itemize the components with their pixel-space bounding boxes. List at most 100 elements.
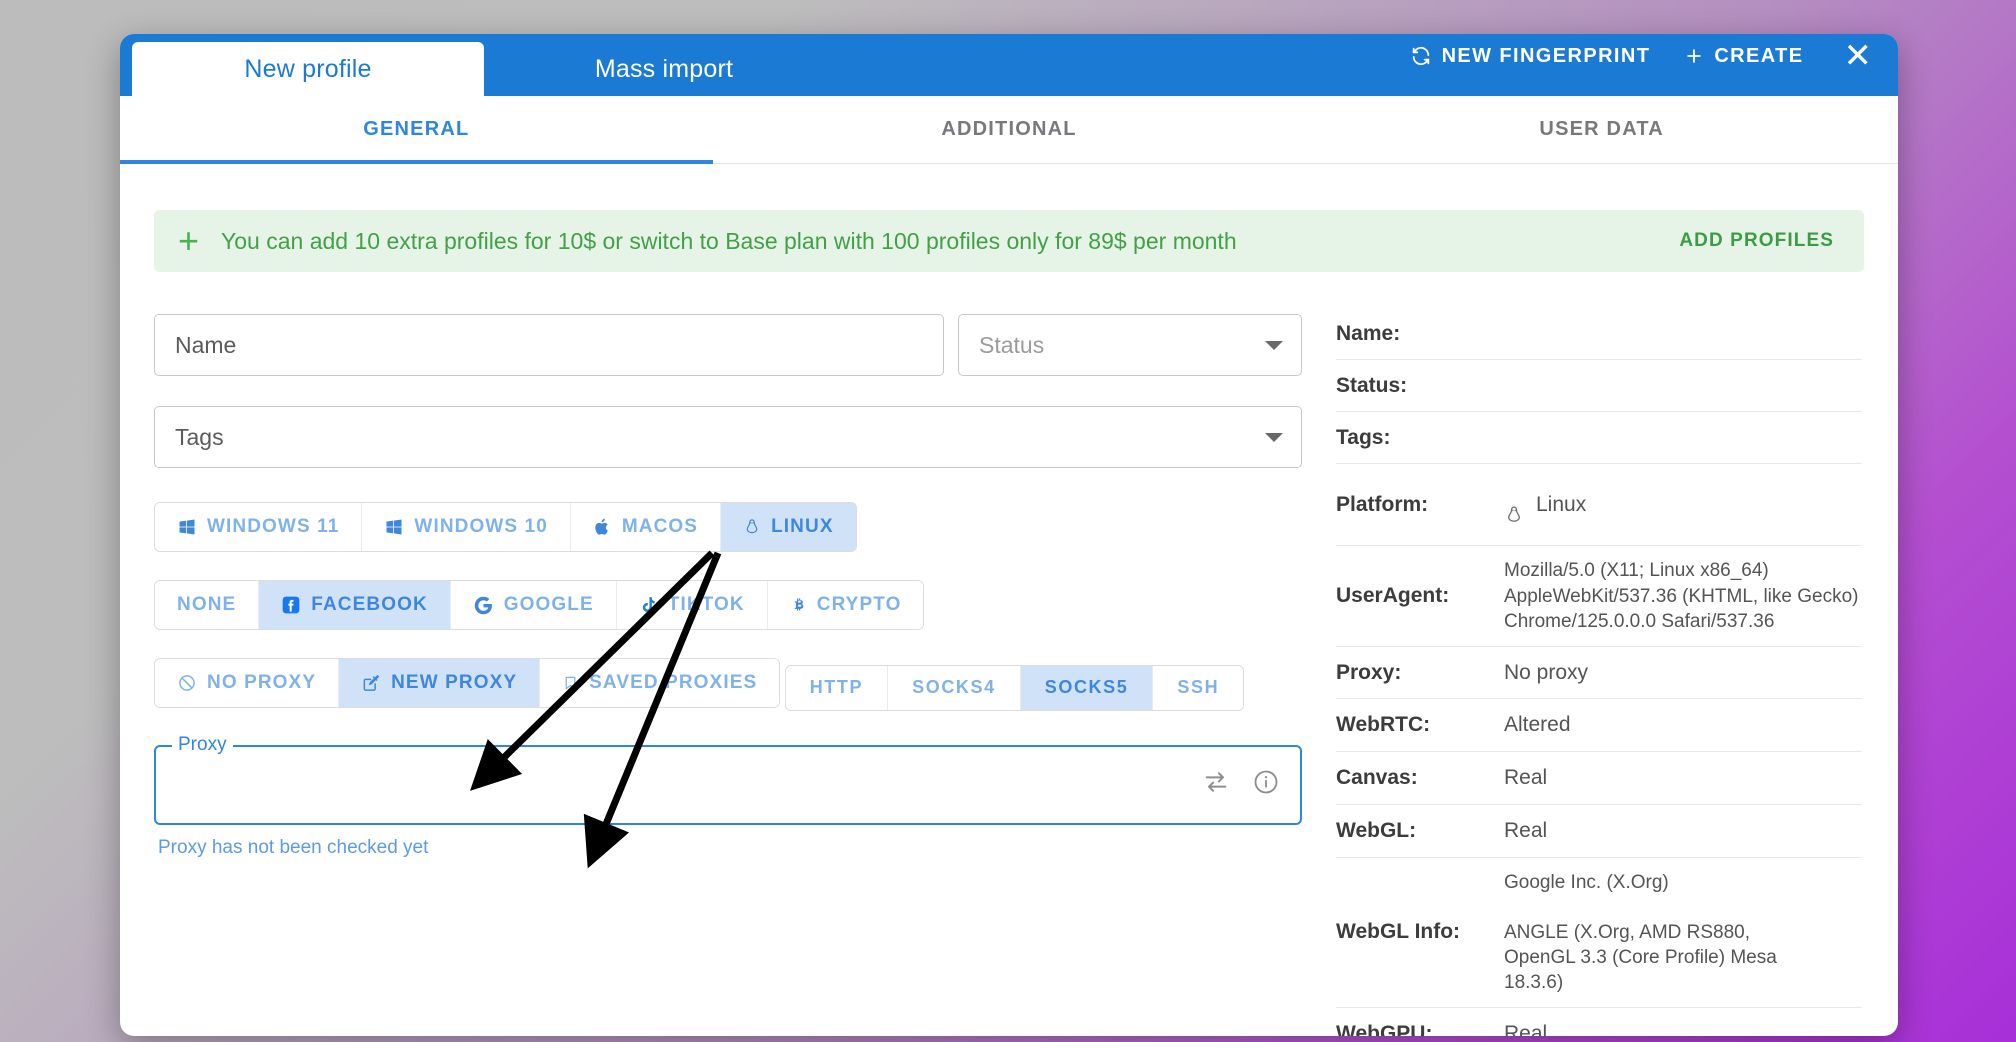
info-value: Real	[1504, 766, 1548, 790]
tab-general[interactable]: GENERAL	[120, 96, 713, 164]
bitcoin-icon	[790, 595, 807, 616]
proxy-input-icons	[1202, 768, 1280, 801]
close-icon[interactable]: ✕	[1844, 39, 1873, 73]
info-circle-icon[interactable]	[1252, 768, 1280, 801]
proxy-mode-saved-proxies[interactable]: SAVED PROXIES	[540, 659, 780, 707]
tab-new-profile[interactable]: New profile	[132, 42, 484, 96]
os-button-windows-10[interactable]: WINDOWS 10	[362, 503, 571, 551]
protocol-button-http[interactable]: HTTP	[785, 665, 889, 710]
info-key: Status:	[1336, 373, 1408, 397]
info-row-webgpu: WebGPU: Real	[1336, 1008, 1862, 1036]
section-tabs: GENERAL ADDITIONAL USER DATA	[120, 96, 1898, 164]
plus-icon: +	[178, 220, 200, 261]
edit-square-icon	[361, 673, 381, 693]
tab-mass-import[interactable]: Mass import	[484, 42, 844, 96]
protocol-button-socks4[interactable]: SOCKS4	[888, 665, 1021, 710]
chevron-down-icon	[1265, 340, 1283, 350]
protocol-button-ssh-label: SSH	[1177, 677, 1220, 697]
new-fingerprint-button[interactable]: NEW FINGERPRINT	[1410, 45, 1651, 68]
name-input-placeholder: Name	[175, 331, 237, 358]
name-input[interactable]: Name	[154, 314, 944, 376]
windows-icon	[384, 517, 404, 537]
os-button-linux-label: LINUX	[771, 516, 834, 537]
site-button-facebook[interactable]: FACEBOOK	[259, 581, 451, 629]
upgrade-banner: + You can add 10 extra profiles for 10$ …	[154, 210, 1864, 272]
site-button-tiktok-label: TIKTOK	[667, 594, 745, 615]
site-button-google[interactable]: GOOGLE	[450, 581, 617, 629]
proxy-mode-no-proxy-label: NO PROXY	[207, 672, 317, 693]
plus-icon	[1684, 46, 1704, 66]
info-value: Real	[1504, 818, 1548, 842]
info-value: Altered	[1504, 713, 1571, 737]
info-row-name: Name:	[1336, 308, 1862, 360]
os-button-macos-label: MACOS	[621, 516, 699, 537]
facebook-icon	[281, 595, 301, 615]
info-row-status: Status:	[1336, 360, 1862, 412]
info-row-canvas: Canvas: Real	[1336, 752, 1862, 805]
proxy-status-hint: Proxy has not been checked yet	[158, 836, 429, 858]
protocol-button-socks5[interactable]: SOCKS5	[1020, 665, 1154, 710]
site-button-tiktok[interactable]: TIKTOK	[616, 581, 768, 629]
protocol-button-ssh[interactable]: SSH	[1153, 665, 1244, 710]
info-key: Name:	[1336, 321, 1401, 345]
info-value: Google Inc. (X.Org) ANGLE (X.Org, AMD RS…	[1504, 871, 1777, 993]
os-button-macos[interactable]: MACOS	[570, 503, 722, 551]
info-key: Tags:	[1336, 425, 1391, 449]
tags-select[interactable]: Tags	[154, 406, 1302, 468]
profile-form: Name Status Tags WINDOWS 11 WINDOWS 10 M…	[154, 272, 1302, 1036]
protocol-button-socks4-label: SOCKS4	[912, 677, 996, 697]
windows-icon	[177, 517, 197, 537]
info-row-tags: Tags:	[1336, 412, 1862, 464]
tab-additional[interactable]: ADDITIONAL	[713, 96, 1306, 163]
info-row-platform: Platform: Linux	[1336, 464, 1862, 547]
status-select-value: Status	[979, 331, 1045, 358]
bookmark-icon	[562, 673, 579, 693]
tags-select-value: Tags	[175, 423, 224, 450]
proxy-field-label: Proxy	[172, 733, 233, 756]
tab-user-data-label: USER DATA	[1539, 118, 1664, 140]
site-button-none-label: NONE	[177, 594, 237, 615]
os-button-linux[interactable]: LINUX	[721, 503, 856, 551]
tab-user-data[interactable]: USER DATA	[1305, 96, 1898, 163]
site-button-crypto[interactable]: CRYPTO	[767, 581, 924, 629]
tabstrip-spacer	[120, 42, 132, 96]
proxy-mode-saved-proxies-label: SAVED PROXIES	[589, 672, 758, 693]
linux-penguin-icon	[1504, 476, 1524, 533]
info-value: Mozilla/5.0 (X11; Linux x86_64) AppleWeb…	[1504, 560, 1859, 632]
site-selector-group: NONE FACEBOOK GOOGLE TIKTOK CRYPTO	[154, 580, 925, 630]
tab-additional-label: ADDITIONAL	[941, 118, 1077, 140]
chevron-down-icon	[1265, 432, 1283, 442]
info-key: WebGL Info:	[1336, 920, 1461, 944]
info-row-webgl: WebGL: Real	[1336, 805, 1862, 858]
dialog-content: Name Status Tags WINDOWS 11 WINDOWS 10 M…	[120, 272, 1898, 1036]
info-value: No proxy	[1504, 660, 1589, 684]
create-button[interactable]: CREATE	[1684, 45, 1803, 68]
proxy-input[interactable]	[154, 744, 1302, 825]
platform-value-label: Linux	[1536, 492, 1587, 516]
proxy-mode-new-proxy[interactable]: NEW PROXY	[339, 659, 541, 707]
add-profiles-button[interactable]: ADD PROFILES	[1679, 230, 1834, 252]
info-key: Platform:	[1336, 492, 1429, 516]
new-fingerprint-label: NEW FINGERPRINT	[1441, 44, 1651, 67]
site-button-google-label: GOOGLE	[503, 594, 594, 615]
info-key: WebGPU:	[1336, 1021, 1433, 1036]
os-button-windows-11[interactable]: WINDOWS 11	[155, 503, 363, 551]
protocol-button-http-label: HTTP	[809, 677, 864, 697]
info-value-platform: Linux	[1504, 476, 1586, 533]
status-select[interactable]: Status	[958, 314, 1302, 376]
proxy-field-wrapper: Proxy Proxy has not been checked yet	[154, 733, 1302, 859]
swap-arrows-icon[interactable]	[1202, 768, 1230, 801]
info-row-proxy: Proxy: No proxy	[1336, 647, 1862, 700]
site-button-crypto-label: CRYPTO	[816, 594, 902, 615]
info-row-webgl-info: WebGL Info: Google Inc. (X.Org) ANGLE (X…	[1336, 858, 1862, 1008]
os-selector-group: WINDOWS 11 WINDOWS 10 MACOS LINUX	[154, 502, 857, 552]
tiktok-icon	[639, 595, 658, 615]
info-key: Proxy:	[1336, 660, 1402, 684]
proxy-mode-no-proxy[interactable]: NO PROXY	[155, 659, 340, 707]
fingerprint-info-panel: Name: Status: Tags: Platform: Linux User…	[1302, 272, 1862, 1036]
info-key: WebRTC:	[1336, 713, 1431, 737]
proxy-mode-new-proxy-label: NEW PROXY	[391, 672, 518, 693]
site-button-none[interactable]: NONE	[155, 581, 260, 629]
google-icon	[473, 595, 494, 616]
create-label: CREATE	[1714, 44, 1804, 67]
